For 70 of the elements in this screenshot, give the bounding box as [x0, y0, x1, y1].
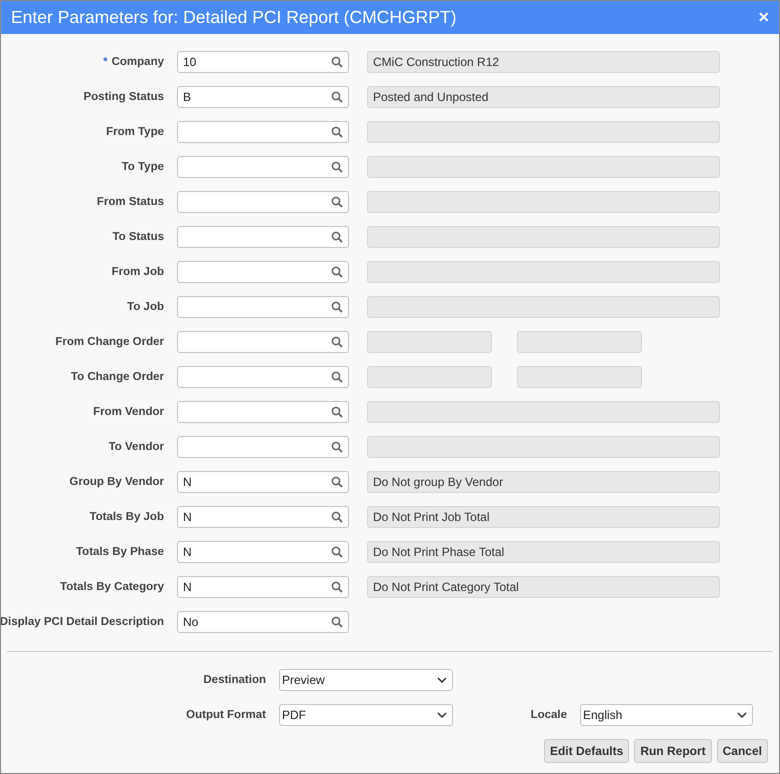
search-icon[interactable]: [331, 231, 343, 243]
search-icon[interactable]: [331, 581, 343, 593]
search-icon[interactable]: [331, 336, 343, 348]
field-label: Posting Status: [83, 91, 164, 103]
action-button[interactable]: Cancel: [716, 739, 768, 763]
search-icon[interactable]: [331, 161, 343, 173]
search-icon[interactable]: [331, 441, 343, 453]
search-icon[interactable]: [331, 371, 343, 383]
field-label: From Job: [112, 266, 164, 278]
input-field[interactable]: [177, 331, 349, 353]
caret-icon: [437, 712, 447, 718]
field-label: Output Format: [185, 709, 267, 721]
description-field: Do Not Print Category Total: [367, 576, 720, 598]
field-label: To Change Order: [70, 371, 164, 383]
search-icon[interactable]: [331, 91, 343, 103]
search-icon[interactable]: [331, 476, 343, 488]
field-label: Totals By Job: [89, 511, 164, 523]
input-field[interactable]: [177, 261, 349, 283]
field-label: From Vendor: [93, 406, 164, 418]
caret-icon: [737, 712, 747, 718]
input-field[interactable]: [177, 156, 349, 178]
destination-select[interactable]: Preview: [279, 669, 453, 691]
field-label: Company: [112, 56, 164, 68]
field-label: Totals By Phase: [76, 546, 164, 558]
window-title: Enter Parameters for: Detailed PCI Report (CMCHGRPT): [11, 7, 456, 28]
required-mark: *: [103, 56, 108, 68]
locale-select[interactable]: English: [580, 704, 753, 726]
output-format-select[interactable]: PDF: [279, 704, 453, 726]
input-field[interactable]: [177, 191, 349, 213]
field-label: Destination: [202, 674, 267, 686]
input-field[interactable]: [177, 296, 349, 318]
search-icon[interactable]: [331, 546, 343, 558]
field-label: From Change Order: [55, 336, 164, 348]
input-field[interactable]: No: [177, 611, 349, 633]
caret-icon: [437, 677, 447, 683]
description-field: Do Not group By Vendor: [367, 471, 720, 493]
search-icon[interactable]: [331, 406, 343, 418]
description-field: Posted and Unposted: [367, 86, 720, 108]
input-field[interactable]: N: [177, 471, 349, 493]
field-label: From Type: [106, 126, 164, 138]
input-field[interactable]: N: [177, 541, 349, 563]
field-label: To Vendor: [108, 441, 164, 453]
field-label: To Job: [127, 301, 164, 313]
input-field[interactable]: N: [177, 506, 349, 528]
action-button[interactable]: Run Report: [634, 739, 712, 763]
input-field[interactable]: [177, 366, 349, 388]
input-field[interactable]: [177, 401, 349, 423]
search-icon[interactable]: [331, 196, 343, 208]
action-button[interactable]: Edit Defaults: [544, 739, 630, 763]
search-icon[interactable]: [331, 616, 343, 628]
search-icon[interactable]: [331, 511, 343, 523]
field-label: Group By Vendor: [69, 476, 164, 488]
search-icon[interactable]: [331, 301, 343, 313]
field-label: From Status: [96, 196, 164, 208]
input-field[interactable]: [177, 436, 349, 458]
description-field: CMiC Construction R12: [367, 51, 720, 73]
field-label: Locale: [530, 709, 568, 721]
description-field: Do Not Print Job Total: [367, 506, 720, 528]
search-icon[interactable]: [331, 126, 343, 138]
field-label: Totals By Category: [60, 581, 164, 593]
search-icon[interactable]: [331, 56, 343, 68]
field-label: To Type: [122, 161, 164, 173]
description-field: Do Not Print Phase Total: [367, 541, 720, 563]
input-field[interactable]: B: [177, 86, 349, 108]
search-icon[interactable]: [331, 266, 343, 278]
input-field[interactable]: [177, 226, 349, 248]
field-label: To Status: [112, 231, 164, 243]
input-field[interactable]: N: [177, 576, 349, 598]
input-field[interactable]: [177, 121, 349, 143]
input-field[interactable]: 10: [177, 51, 349, 73]
